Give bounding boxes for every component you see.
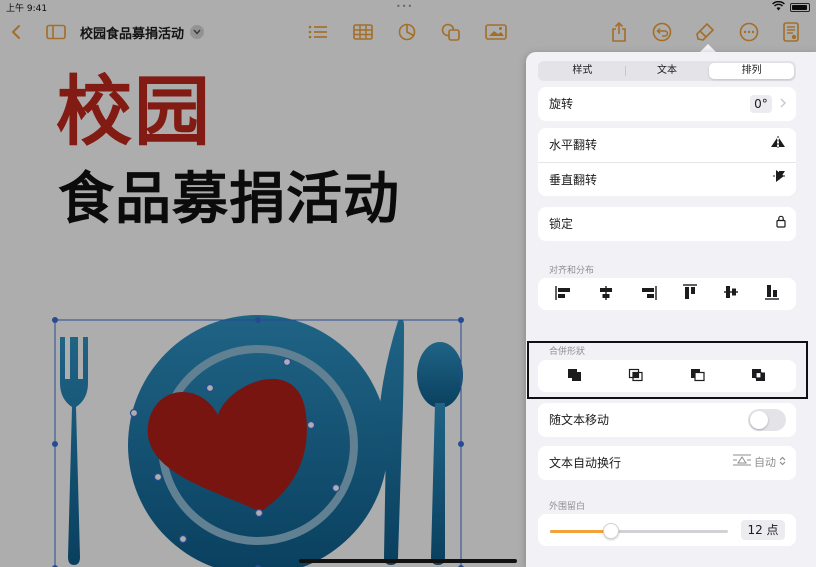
title-chevron-down-icon[interactable] [190, 25, 204, 39]
rotate-card: 旋转 0° [538, 87, 796, 121]
outer-margin-card: 12 点 [538, 514, 796, 546]
text-wrap-icon [733, 446, 751, 480]
shape-icon[interactable] [439, 20, 463, 44]
status-time: 上午 9:41 [6, 4, 48, 14]
chart-icon[interactable] [395, 20, 419, 44]
outer-margin-slider-thumb[interactable] [602, 523, 619, 539]
sidebar-icon[interactable] [44, 20, 68, 44]
share-icon[interactable] [607, 20, 631, 44]
outer-margin-value[interactable]: 12 点 [741, 520, 785, 540]
combine-shapes-card [538, 360, 796, 392]
more-icon[interactable] [737, 20, 761, 44]
text-wrap-card: 文本自动换行 自动 [538, 446, 796, 480]
text-wrap-label: 文本自动换行 [549, 456, 622, 470]
move-with-text-toggle[interactable] [748, 409, 786, 431]
lock-label: 锁定 [549, 217, 574, 231]
spoon-shape[interactable] [417, 342, 463, 565]
media-icon[interactable] [484, 20, 508, 44]
exclude-shapes-icon[interactable] [751, 367, 767, 386]
align-right-icon[interactable] [641, 285, 657, 304]
list-icon[interactable] [306, 20, 330, 44]
move-with-text-label: 随文本移动 [549, 413, 610, 427]
paintbrush-icon[interactable] [693, 20, 717, 44]
panel-pointer [700, 44, 716, 52]
intersect-shapes-icon[interactable] [628, 367, 644, 386]
chevron-up-down-icon [779, 446, 786, 480]
combine-shapes-label: 合併形狀 [549, 347, 586, 357]
table-icon[interactable] [351, 20, 375, 44]
home-indicator[interactable] [299, 559, 517, 563]
outer-margin-slider-fill [550, 530, 611, 533]
text-wrap-value-group[interactable]: 自动 [733, 446, 786, 480]
flip-vertical-label: 垂直翻转 [549, 173, 598, 187]
flip-vertical-row[interactable]: 垂直翻转 [538, 162, 796, 196]
rotate-row[interactable]: 旋转 0° [538, 87, 796, 121]
format-panel: 样式 文本 排列 旋转 0° 水平翻转 垂直翻转 锁定 对齐和分布 合併形狀 随… [526, 52, 816, 567]
lock-row[interactable]: 锁定 [538, 207, 796, 241]
wifi-icon [772, 0, 785, 14]
align-card [538, 278, 796, 310]
flip-vertical-icon [772, 163, 786, 197]
align-center-icon[interactable] [598, 285, 614, 304]
align-middle-icon[interactable] [723, 284, 738, 304]
flip-horizontal-label: 水平翻转 [549, 138, 598, 152]
status-bar: 上午 9:41 ••• [0, 0, 816, 14]
outer-margin-slider[interactable] [550, 523, 728, 539]
move-with-text-row: 随文本移动 [538, 403, 796, 437]
slide-headline-2[interactable]: 食品募捐活动 [58, 172, 400, 228]
align-left-icon[interactable] [555, 285, 571, 304]
tab-arrange[interactable]: 排列 [709, 63, 795, 79]
align-top-icon[interactable] [683, 284, 698, 304]
battery-icon [790, 3, 810, 12]
align-bottom-icon[interactable] [764, 284, 779, 304]
lock-icon [776, 207, 786, 241]
rotate-label: 旋转 [549, 97, 574, 111]
toolbar: 校园食品募捐活动 [0, 14, 816, 50]
format-tabs: 样式 文本 排列 [538, 61, 796, 81]
text-wrap-value: 自动 [754, 456, 776, 469]
tab-style[interactable]: 样式 [540, 63, 625, 79]
rotate-value[interactable]: 0° [750, 95, 772, 113]
lock-card: 锁定 [538, 207, 796, 241]
flip-horizontal-row[interactable]: 水平翻转 [538, 128, 796, 162]
undo-icon[interactable] [650, 20, 674, 44]
food-graphic[interactable] [50, 265, 470, 567]
subtract-shapes-icon[interactable] [690, 367, 706, 386]
unite-shapes-icon[interactable] [567, 367, 583, 386]
align-distribute-label: 对齐和分布 [549, 266, 595, 276]
flip-horizontal-icon [770, 128, 786, 162]
document-icon[interactable] [779, 20, 803, 44]
move-with-text-card: 随文本移动 [538, 403, 796, 437]
text-wrap-row[interactable]: 文本自动换行 自动 [538, 446, 796, 480]
fork-shape[interactable] [60, 337, 88, 565]
slide-headline-1[interactable]: 校园 [56, 74, 212, 150]
outer-margin-label: 外围留白 [549, 502, 586, 512]
flip-card: 水平翻转 垂直翻转 [538, 128, 796, 196]
chevron-right-icon [780, 87, 786, 121]
back-chevron-icon[interactable] [4, 20, 28, 44]
document-title[interactable]: 校园食品募捐活动 [80, 23, 184, 42]
multitasking-dots[interactable]: ••• [396, 2, 413, 11]
tab-text[interactable]: 文本 [624, 63, 710, 79]
